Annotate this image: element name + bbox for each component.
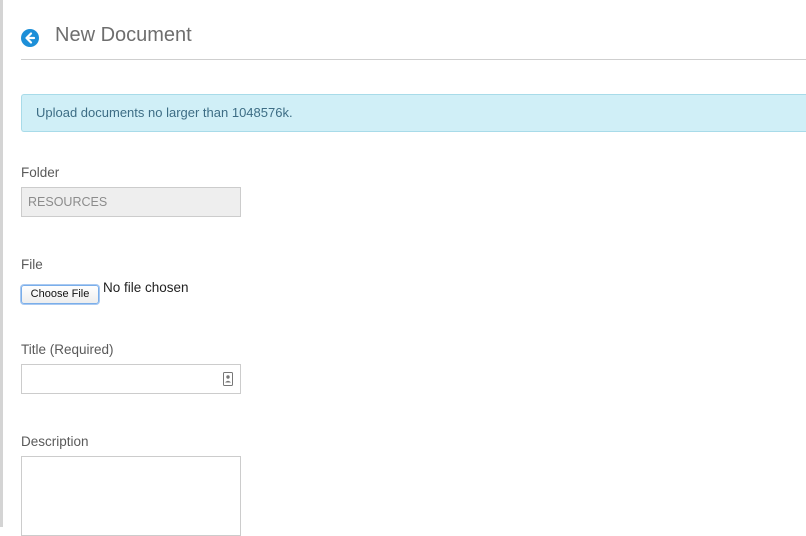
folder-field: RESOURCES [21, 187, 241, 217]
upload-size-alert: Upload documents no larger than 1048576k… [21, 94, 806, 132]
file-status-text: No file chosen [103, 280, 189, 295]
choose-file-button[interactable]: Choose File [21, 285, 99, 304]
page-header: New Document [21, 22, 806, 60]
title-input[interactable] [21, 364, 241, 394]
file-label: File [21, 257, 43, 272]
page-title: New Document [55, 24, 192, 46]
autofill-contact-icon[interactable] [223, 372, 233, 386]
page-frame: New Document Upload documents no larger … [0, 0, 806, 536]
title-label: Title (Required) [21, 342, 114, 357]
folder-label: Folder [21, 165, 60, 180]
back-arrow-icon[interactable] [21, 29, 39, 47]
description-label: Description [21, 434, 89, 449]
description-textarea[interactable] [21, 456, 241, 536]
